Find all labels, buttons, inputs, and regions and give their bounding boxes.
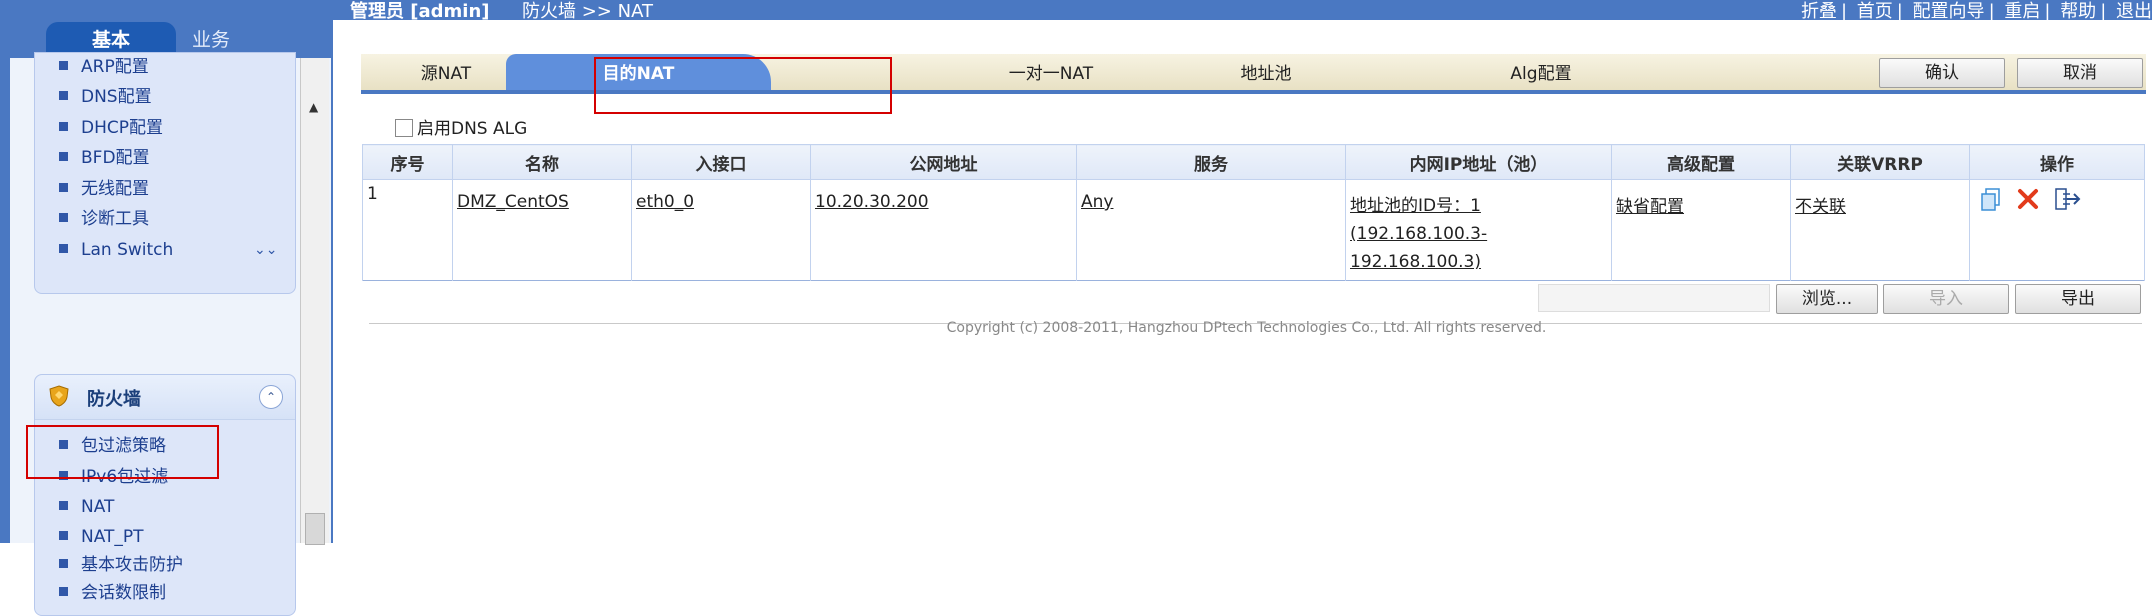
import-file-input[interactable]	[1538, 284, 1770, 312]
tab-source-nat[interactable]: 源NAT	[401, 54, 491, 90]
dns-alg-label: 启用DNS ALG	[417, 119, 528, 139]
cell-service-link[interactable]: Any	[1081, 192, 1113, 212]
scroll-up-arrow-icon[interactable]: ▲	[309, 100, 318, 114]
shield-icon	[49, 385, 69, 407]
sidebar-item-dhcp[interactable]: DHCP配置	[59, 114, 163, 142]
bullet-icon	[59, 531, 68, 540]
export-button[interactable]: 导出	[2015, 284, 2141, 314]
bullet-icon	[59, 152, 68, 161]
dns-alg-checkbox[interactable]	[395, 118, 413, 137]
cell-in-interface-link[interactable]: eth0_0	[636, 192, 694, 212]
col-header-in-interface: 入接口	[631, 144, 811, 180]
bullet-icon	[59, 501, 68, 510]
help-link[interactable]: 帮助	[2060, 1, 2096, 22]
firewall-panel-title: 防火墙	[87, 389, 141, 410]
restart-link[interactable]: 重启	[2004, 1, 2040, 22]
bullet-icon	[59, 213, 68, 222]
config-wizard-link[interactable]: 配置向导	[1913, 1, 1985, 22]
top-bar: 管理员 [admin] 防火墙 >> NAT 折叠 | 首页 | 配置向导 | 重启 |…	[0, 0, 2152, 22]
cell-index: 1	[362, 179, 453, 281]
sidebar-item-session-limit[interactable]: 会话数限制	[59, 579, 166, 607]
sidebar-item-arp[interactable]: ARP配置	[59, 53, 149, 81]
sidebar-scrollbar[interactable]: ▲	[300, 58, 329, 545]
collapse-up-icon[interactable]: ⌃	[259, 385, 283, 409]
copy-icon[interactable]	[1980, 188, 2002, 211]
highlight-box-destination-nat-tab	[594, 57, 892, 114]
sidebar-item-attack-defense[interactable]: 基本攻击防护	[59, 551, 183, 579]
col-header-internal-ip-pool: 内网IP地址（池）	[1345, 144, 1612, 180]
firewall-panel-header[interactable]: 防火墙 ⌃	[35, 375, 295, 420]
sidebar-item-dns[interactable]: DNS配置	[59, 83, 152, 111]
copyright-text: Copyright (c) 2008-2011, Hangzhou DPtech…	[946, 320, 1547, 336]
col-header-operations: 操作	[1969, 144, 2145, 180]
import-button[interactable]: 导入	[1883, 284, 2009, 314]
sidebar-item-bfd[interactable]: BFD配置	[59, 144, 150, 172]
sidebar-item-lan-switch[interactable]: Lan Switch ⌄⌄	[59, 236, 277, 264]
bullet-icon	[59, 122, 68, 131]
bullet-icon	[59, 244, 68, 253]
dns-alg-option: 启用DNS ALG	[395, 114, 527, 139]
bullet-icon	[59, 183, 68, 192]
cell-public-address-link[interactable]: 10.20.30.200	[815, 192, 929, 212]
scrollbar-thumb[interactable]	[305, 513, 325, 545]
bullet-icon	[59, 91, 68, 100]
confirm-button[interactable]: 确认	[1879, 58, 2005, 88]
tab-alg-config[interactable]: Alg配置	[1486, 54, 1596, 90]
nat-table: 序号 名称 入接口 公网地址 服务 内网IP地址（池） 高级配置 关联VRRP …	[362, 144, 2145, 281]
browse-button[interactable]: 浏览...	[1776, 284, 1878, 314]
bullet-icon	[59, 587, 68, 596]
col-header-service: 服务	[1076, 144, 1346, 180]
sidebar-item-wireless[interactable]: 无线配置	[59, 175, 149, 203]
home-link[interactable]: 首页	[1857, 1, 1893, 22]
sidebar-item-nat-pt[interactable]: NAT_PT	[59, 523, 144, 551]
logout-link[interactable]: 退出	[2116, 1, 2152, 22]
tab-address-pool[interactable]: 地址池	[1216, 54, 1316, 90]
move-icon[interactable]	[2055, 188, 2081, 210]
collapse-link[interactable]: 折叠	[1801, 1, 1837, 22]
cell-name-link[interactable]: DMZ_CentOS	[457, 192, 569, 212]
col-header-vrrp: 关联VRRP	[1790, 144, 1970, 180]
double-chevron-down-icon[interactable]: ⌄⌄	[254, 236, 277, 264]
col-header-public-address: 公网地址	[810, 144, 1077, 180]
menu-panel-network: ARP配置 DNS配置 DHCP配置 BFD配置 无线配置 诊断工具 Lan S…	[34, 52, 296, 294]
menu-panel-firewall: 防火墙 ⌃ 包过滤策略 IPv6包过滤 NAT NAT_PT 基本攻击防护 会话…	[34, 374, 296, 616]
col-header-index: 序号	[362, 144, 453, 180]
table-row: 1 DMZ_CentOS eth0_0 10.20.30.200 Any 地址池…	[362, 179, 2145, 281]
col-header-name: 名称	[452, 144, 632, 180]
cancel-button[interactable]: 取消	[2017, 58, 2143, 88]
highlight-box-nat-item	[26, 425, 219, 479]
sidebar-item-nat[interactable]: NAT	[59, 493, 114, 521]
cell-advanced-link[interactable]: 缺省配置	[1616, 197, 1684, 217]
cell-vrrp-link[interactable]: 不关联	[1795, 197, 1846, 217]
cell-pool-range-link[interactable]: (192.168.100.3-192.168.100.3)	[1350, 224, 1487, 272]
tab-one-to-one-nat[interactable]: 一对一NAT	[981, 54, 1121, 90]
bullet-icon	[59, 559, 68, 568]
col-header-advanced: 高级配置	[1611, 144, 1791, 180]
sidebar-item-diagnostics[interactable]: 诊断工具	[59, 205, 149, 233]
bullet-icon	[59, 61, 68, 70]
cell-pool-id-link[interactable]: 地址池的ID号：1	[1350, 196, 1481, 216]
table-header-row: 序号 名称 入接口 公网地址 服务 内网IP地址（池） 高级配置 关联VRRP …	[362, 144, 2145, 180]
delete-icon[interactable]	[2017, 188, 2039, 210]
